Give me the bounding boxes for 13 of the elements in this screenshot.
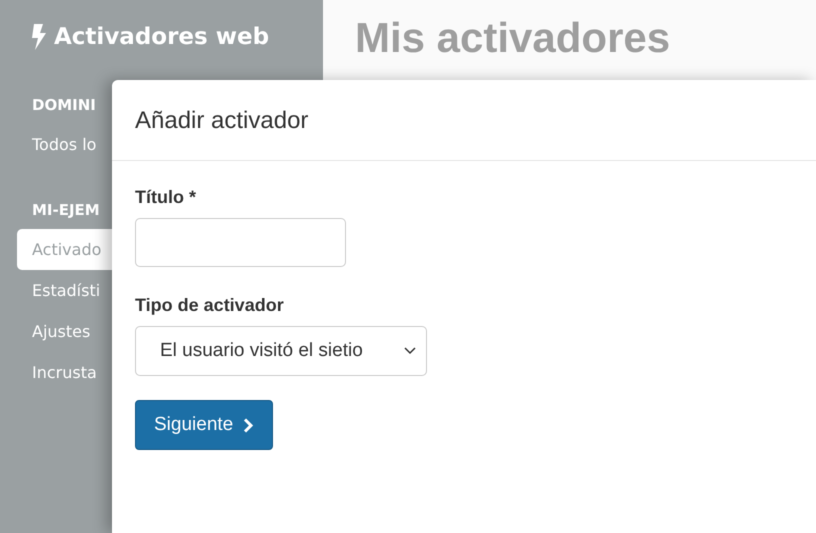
next-button[interactable]: Siguiente	[135, 400, 274, 450]
page-title: Mis activadores	[354, 13, 672, 63]
field-label: Tipo de activador	[135, 295, 284, 316]
modal-title: Añadir activador	[135, 107, 308, 134]
chevron-right-icon	[243, 418, 254, 432]
section-heading: DOMINI	[32, 96, 97, 114]
lightning-icon	[32, 24, 46, 50]
dropdown[interactable]: El usuario visitó el sietio	[135, 326, 427, 376]
section-heading: MI-EJEM	[32, 201, 101, 219]
chevron-down-icon	[404, 347, 416, 355]
field-label: Título *	[135, 187, 196, 208]
brand-title: Activadores web	[54, 24, 270, 50]
input-field[interactable]	[135, 218, 346, 267]
